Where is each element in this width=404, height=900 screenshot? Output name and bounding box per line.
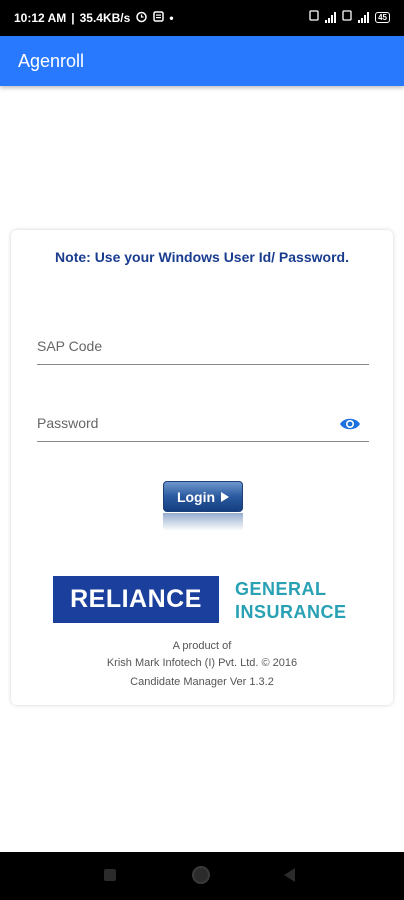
login-card: Note: Use your Windows User Id/ Password… [11, 230, 393, 705]
eye-icon[interactable] [339, 417, 361, 431]
alarm-icon [135, 10, 148, 26]
status-bar: 10:12 AM | 35.4KB/s • 45 [0, 0, 404, 36]
logo-line-2: INSURANCE [235, 602, 347, 622]
system-nav-bar [0, 852, 404, 900]
status-speed: 35.4KB/s [79, 11, 131, 25]
status-left: 10:12 AM | 35.4KB/s • [14, 10, 174, 26]
login-note: Note: Use your Windows User Id/ Password… [55, 249, 349, 265]
sap-code-field[interactable]: SAP Code [37, 328, 369, 365]
home-icon[interactable] [192, 866, 210, 884]
signal-icon [325, 11, 337, 23]
sap-code-label: SAP Code [37, 338, 103, 354]
logo-main-text: RELIANCE [70, 585, 202, 613]
login-button[interactable]: Login [163, 481, 243, 512]
back-icon[interactable] [284, 868, 295, 882]
footer-line-3: Candidate Manager Ver 1.3.2 [130, 676, 274, 688]
login-reflection [163, 513, 243, 531]
play-arrow-icon [221, 491, 230, 502]
footer-line-1: A product of [172, 640, 232, 652]
login-button-label: Login [176, 488, 216, 505]
footer-line-2: Krish Mark Infotech (I) Pvt. Ltd. © 2016 [106, 657, 298, 669]
recents-icon[interactable] [104, 869, 116, 881]
status-right: 45 [309, 10, 390, 24]
password-field[interactable]: Password [37, 405, 369, 442]
sim-icon [309, 10, 319, 24]
sim-icon-2 [342, 10, 352, 24]
app-bar: Agenroll [0, 36, 404, 86]
logo-subtext: GENERAL INSURANCE [235, 578, 347, 624]
app-title: Agenroll [18, 51, 85, 71]
password-label: Password [37, 415, 99, 431]
reliance-logo: RELIANCE [53, 576, 219, 623]
notification-icon [153, 11, 165, 25]
dot-icon: • [169, 11, 174, 25]
battery-icon: 45 [375, 11, 390, 23]
login-area: Login [163, 481, 243, 541]
status-time: 10:12 AM [14, 11, 67, 25]
wifi-icon [358, 11, 370, 23]
logo-line-1: GENERAL [235, 579, 327, 599]
